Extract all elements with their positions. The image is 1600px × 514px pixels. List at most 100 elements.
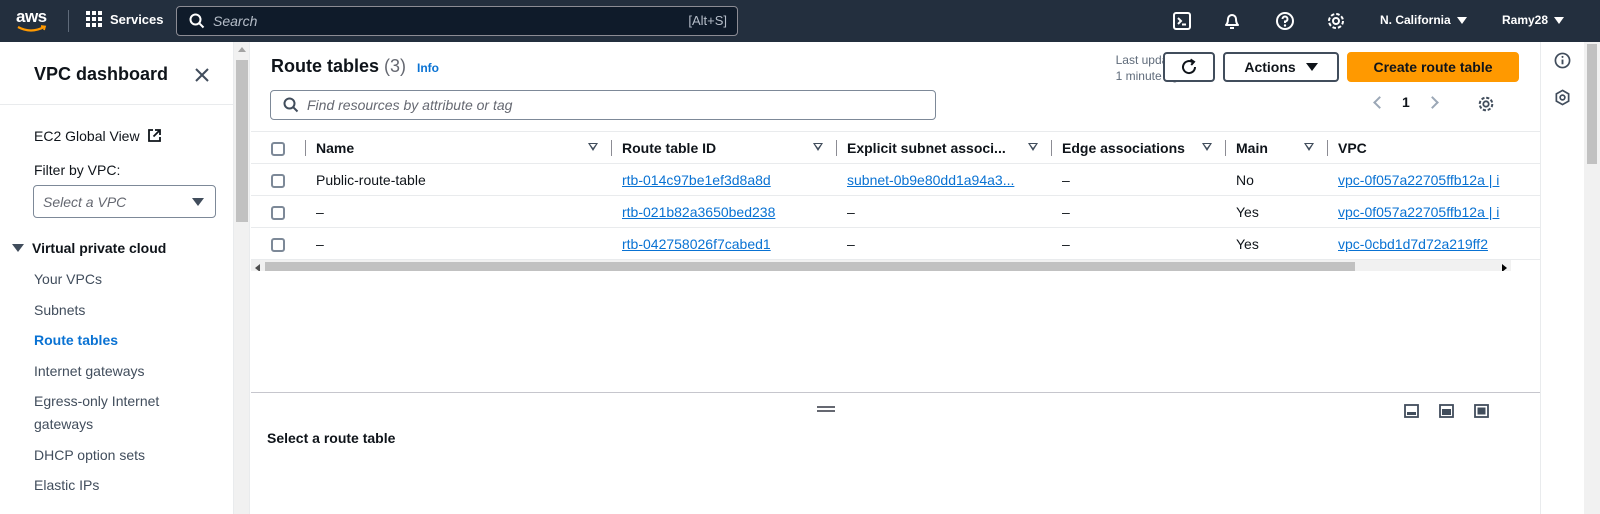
sidebar-item-egress-only-internet-gateways[interactable]: Egress-only Internet gateways [34,390,184,436]
sort-icon[interactable] [588,143,598,151]
actions-button[interactable]: Actions [1223,52,1339,82]
info-link[interactable]: Info [417,61,439,75]
sidebar-item-dhcp-option-sets[interactable]: DHCP option sets [34,444,145,467]
vpc-link[interactable]: vpc-0cbd1d7d72a219ff2 [1338,236,1488,252]
sort-icon[interactable] [1304,143,1314,151]
services-menu-button[interactable]: Services [86,11,164,27]
table-preferences-gear-icon[interactable] [1477,95,1495,113]
external-link-icon [148,129,162,142]
sort-icon[interactable] [1202,143,1212,151]
sidebar-header: VPC dashboard [0,42,233,105]
scrollbar-thumb[interactable] [1587,44,1597,164]
info-panel-icon[interactable] [1554,52,1571,69]
notifications-bell-icon[interactable] [1222,11,1242,31]
select-all-checkbox[interactable] [271,141,285,156]
next-page-icon[interactable] [1425,95,1439,109]
column-header-name[interactable]: Name [306,132,612,164]
cell-main: Yes [1236,203,1259,220]
cell-edge: – [1062,235,1070,252]
page-title-text: Route tables [271,56,380,76]
column-header-route-table-id[interactable]: Route table ID [612,132,837,164]
table-row[interactable]: – rtb-021b82a3650bed238 – – Yes vpc-0f05… [251,196,1540,228]
vpc-link[interactable]: vpc-0f057a22705ffb12a | i [1338,204,1499,220]
cell-subnet: – [847,235,855,252]
split-panel-position-controls [1404,404,1489,418]
cell-name: Public-route-table [316,171,426,188]
close-icon[interactable] [193,66,211,84]
sidebar-item-subnets[interactable]: Subnets [34,299,85,322]
route-table-id-link[interactable]: rtb-021b82a3650bed238 [622,204,775,220]
section-virtual-private-cloud[interactable]: Virtual private cloud [12,240,166,256]
user-name: Ramy28 [1502,13,1549,27]
refresh-button[interactable] [1163,52,1215,82]
sidebar-item-route-tables[interactable]: Route tables [34,329,118,352]
aws-logo-text: aws [16,7,47,26]
column-label: Edge associations [1062,139,1185,156]
scroll-left-arrow-icon[interactable] [255,264,260,271]
page-title: Route tables (3) [271,56,406,77]
column-header-vpc[interactable]: VPC [1328,132,1540,164]
table-horizontal-scrollbar[interactable] [251,260,1511,271]
sidebar: VPC dashboard EC2 Global View Filter by … [0,42,234,514]
panel-full-icon[interactable] [1474,404,1489,418]
nav-separator [68,10,69,32]
column-header-explicit-subnet[interactable]: Explicit subnet associ... [837,132,1052,164]
grid-icon [86,11,102,27]
actions-label: Actions [1244,59,1296,75]
region-selector[interactable]: N. California [1380,13,1467,27]
scroll-up-arrow-icon[interactable] [238,47,246,52]
sidebar-item-elastic-ips[interactable]: Elastic IPs [34,474,99,497]
filter-input[interactable] [307,97,907,113]
row-checkbox[interactable] [271,173,285,188]
subnet-link[interactable]: subnet-0b9e80dd1a94a3... [847,172,1014,188]
route-table-id-link[interactable]: rtb-042758026f7cabed1 [622,236,771,252]
page-scrollbar[interactable] [1584,42,1600,514]
global-search[interactable]: [Alt+S] [176,6,738,36]
resource-filter[interactable] [270,90,936,120]
sidebar-item-your-vpcs[interactable]: Your VPCs [34,268,102,291]
chevron-down-icon [1456,16,1467,24]
cloudshell-icon[interactable] [1172,11,1192,31]
sidebar-title[interactable]: VPC dashboard [34,64,168,85]
region-label: N. California [1380,13,1451,27]
row-checkbox[interactable] [271,237,285,252]
cell-main: Yes [1236,235,1259,252]
sort-icon[interactable] [813,143,823,151]
hexagon-settings-icon[interactable] [1554,89,1571,106]
top-navigation: aws Services [Alt+S] N. [0,0,1600,42]
previous-page-icon[interactable] [1373,95,1386,109]
select-all-header[interactable] [251,132,306,164]
account-menu[interactable]: Ramy28 [1502,13,1565,27]
row-checkbox[interactable] [271,205,285,220]
chevron-down-icon [192,198,204,206]
settings-gear-icon[interactable] [1326,11,1346,31]
create-route-table-button[interactable]: Create route table [1347,52,1519,82]
help-icon[interactable] [1275,11,1295,31]
table-row[interactable]: Public-route-table rtb-014c97be1ef3d8a8d… [251,164,1540,196]
global-search-input[interactable] [213,13,653,29]
ec2-global-view-link[interactable]: EC2 Global View [34,128,162,144]
vpc-link[interactable]: vpc-0f057a22705ffb12a | i [1338,172,1499,188]
sort-icon[interactable] [1028,143,1038,151]
filter-by-vpc-label: Filter by VPC: [34,162,121,178]
scroll-right-arrow-icon[interactable] [1502,264,1507,271]
split-panel-resize-handle[interactable] [817,406,835,412]
expand-caret-icon [12,244,24,252]
panel-side-icon[interactable] [1439,404,1454,418]
cell-subnet: – [847,203,855,220]
cell-edge: – [1062,171,1070,188]
vpc-filter-select[interactable]: Select a VPC [33,185,216,218]
column-header-main[interactable]: Main [1226,132,1328,164]
route-table-id-link[interactable]: rtb-014c97be1ef3d8a8d [622,172,771,188]
chevron-down-icon [1305,63,1318,71]
current-page[interactable]: 1 [1402,94,1410,110]
sidebar-scrollbar[interactable] [234,42,250,514]
scrollbar-thumb[interactable] [265,262,1355,271]
panel-bottom-icon[interactable] [1404,404,1419,418]
scrollbar-thumb[interactable] [236,60,248,222]
sidebar-item-internet-gateways[interactable]: Internet gateways [34,360,145,383]
aws-logo[interactable]: aws [16,8,52,34]
table-row[interactable]: – rtb-042758026f7cabed1 – – Yes vpc-0cbd… [251,228,1540,260]
column-header-edge-associations[interactable]: Edge associations [1052,132,1226,164]
column-label: Route table ID [622,139,717,156]
